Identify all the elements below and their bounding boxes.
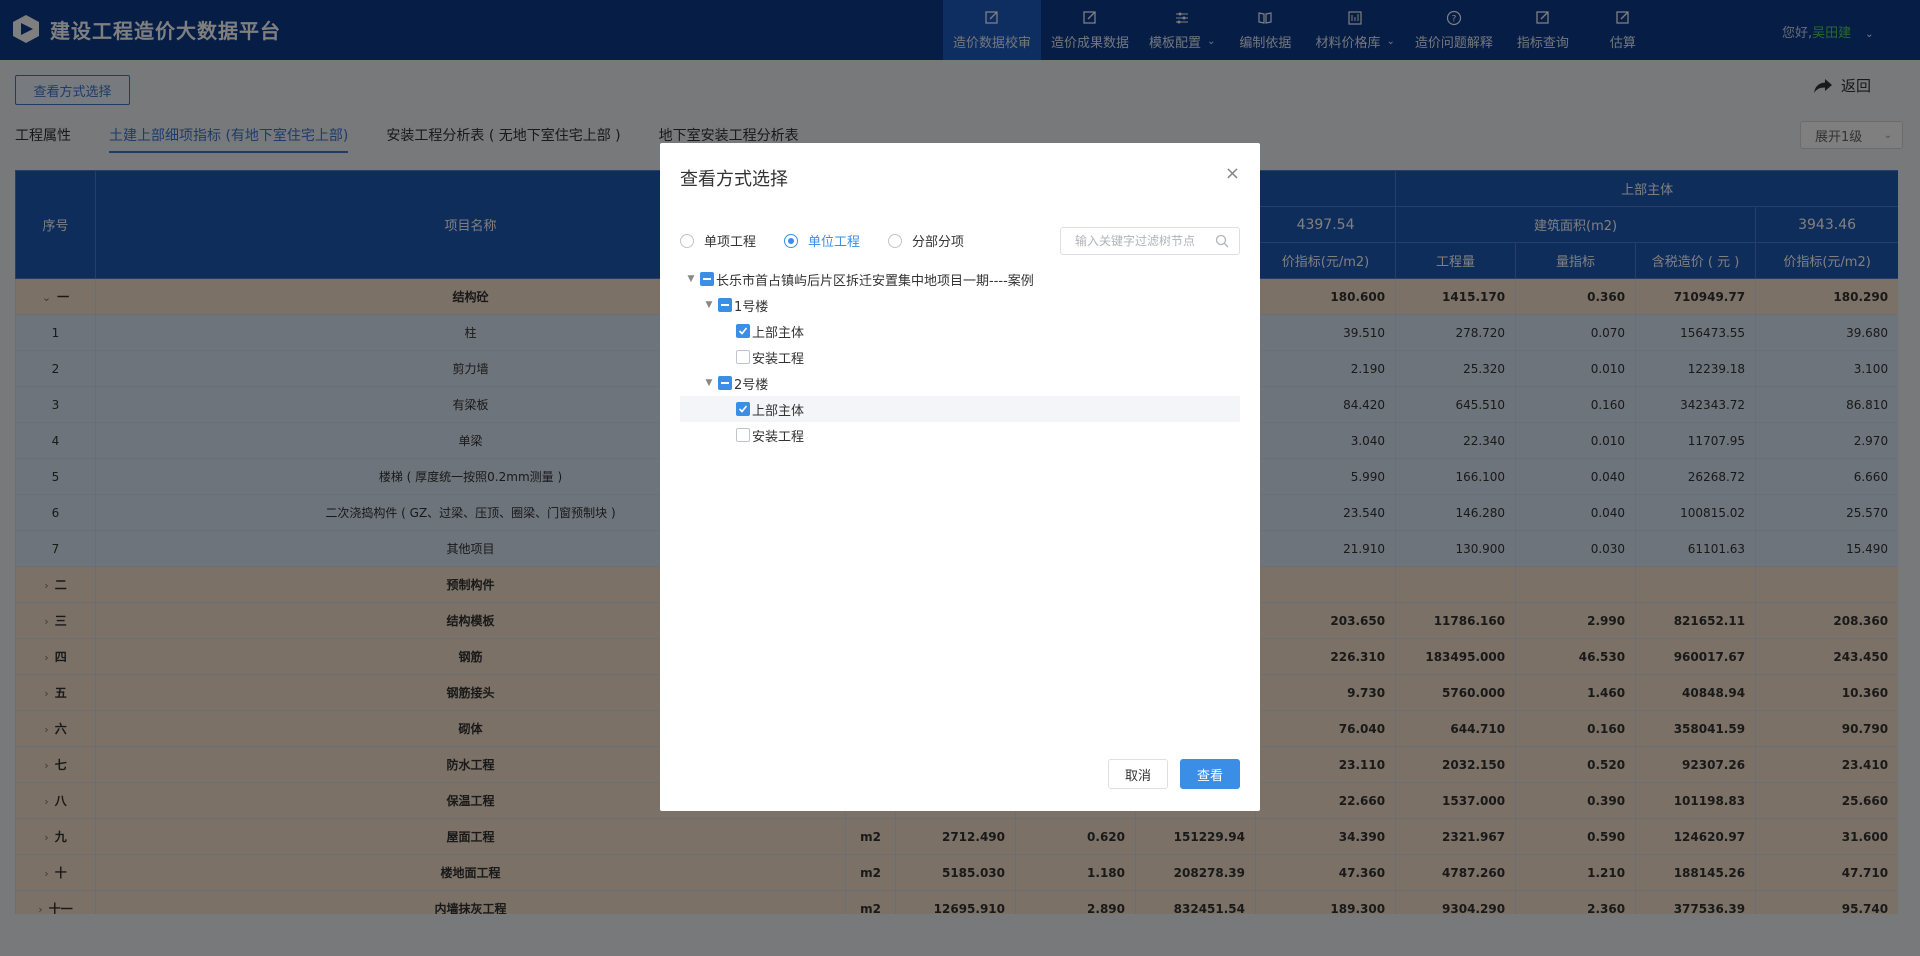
radio-dot[interactable]: [888, 233, 903, 248]
dialog-title: 查看方式选择: [680, 169, 788, 190]
view-mode-radio-group: 单项工程 单位工程 分部分项: [680, 231, 964, 250]
tree-filter-search: [1060, 227, 1240, 255]
tree-node[interactable]: 安装工程: [680, 422, 1240, 448]
tree-node[interactable]: 安装工程: [680, 344, 1240, 370]
tree-checkbox[interactable]: [736, 402, 750, 416]
tree-node[interactable]: ▼ 长乐市首占镇屿后片区拆迁安置集中地项目一期----案例: [680, 266, 1240, 292]
check-icon: [738, 327, 748, 335]
tree-node[interactable]: 上部主体: [680, 318, 1240, 344]
radio-label: 单位工程: [808, 235, 861, 250]
tree-checkbox[interactable]: [718, 298, 732, 312]
caret-down-icon[interactable]: ▼: [684, 274, 698, 284]
tree-node-label: 2号楼: [734, 377, 769, 393]
tree-node-label: 安装工程: [752, 429, 805, 445]
radio-option-3[interactable]: 分部分项: [888, 231, 964, 250]
radio-dot[interactable]: [680, 233, 694, 248]
tree-node-label: 上部主体: [752, 325, 805, 341]
radio-dot[interactable]: [784, 233, 799, 248]
tree-node-label: 安装工程: [752, 351, 805, 367]
close-icon[interactable]: ×: [1225, 163, 1240, 184]
tree-checkbox[interactable]: [718, 376, 732, 390]
caret-down-icon[interactable]: ▼: [702, 300, 716, 310]
radio-label: 分部分项: [912, 235, 965, 250]
tree-node[interactable]: ▼ 1号楼: [680, 292, 1240, 318]
cancel-button[interactable]: 取消: [1108, 759, 1168, 789]
radio-label: 单项工程: [704, 235, 757, 250]
tree-node[interactable]: ▼ 2号楼: [680, 370, 1240, 396]
tree-filter-input[interactable]: [1075, 234, 1215, 248]
tree-checkbox[interactable]: [736, 350, 750, 364]
tree-checkbox[interactable]: [736, 324, 750, 338]
tree-node[interactable]: 上部主体: [680, 396, 1240, 422]
radio-option-2[interactable]: 单位工程: [784, 231, 860, 250]
check-icon: [738, 405, 748, 413]
project-tree: ▼ 长乐市首占镇屿后片区拆迁安置集中地项目一期----案例 ▼ 1号楼 上部主体 安装工程…: [680, 266, 1240, 448]
view-mode-dialog: 查看方式选择 × 单项工程 单位工程 分部分项 ▼ 长乐市首占镇屿后片区拆迁安置集中地…: [660, 143, 1260, 811]
tree-node-label: 长乐市首占镇屿后片区拆迁安置集中地项目一期----案例: [716, 273, 1034, 289]
tree-checkbox[interactable]: [700, 272, 714, 286]
view-button[interactable]: 查看: [1180, 759, 1240, 789]
tree-checkbox[interactable]: [736, 428, 750, 442]
tree-node-label: 上部主体: [752, 403, 805, 419]
radio-option-1[interactable]: 单项工程: [680, 231, 756, 250]
search-icon: [1215, 234, 1229, 248]
caret-down-icon[interactable]: ▼: [702, 378, 716, 388]
tree-node-label: 1号楼: [734, 299, 769, 315]
